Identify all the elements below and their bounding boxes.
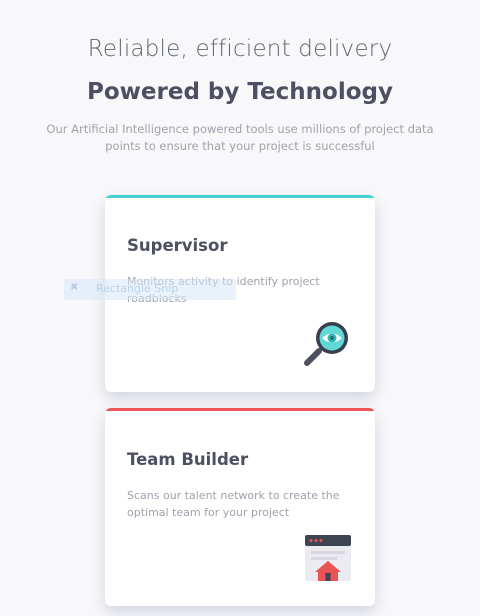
card-team-builder: Team Builder Scans our talent network to… — [105, 408, 375, 606]
team-builder-icon — [305, 535, 351, 581]
page: Reliable, efficient delivery Powered by … — [0, 0, 480, 616]
card-accent-bar — [105, 408, 375, 411]
snip-overlay-label: Rectangle Snip — [96, 282, 179, 295]
page-title: Powered by Technology — [87, 79, 393, 105]
close-icon: ✖ — [70, 282, 79, 293]
snip-overlay: ✖ Rectangle Snip — [64, 279, 236, 300]
card-description: Scans our talent network to create the o… — [127, 489, 340, 519]
tagline: Reliable, efficient delivery — [87, 36, 393, 62]
intro-text: Our Artificial Intelligence powered tool… — [46, 122, 434, 153]
card-title: Supervisor — [127, 236, 228, 255]
card-accent-bar — [105, 195, 375, 198]
magnifier-eye-icon — [304, 322, 348, 366]
card-title: Team Builder — [127, 450, 249, 469]
